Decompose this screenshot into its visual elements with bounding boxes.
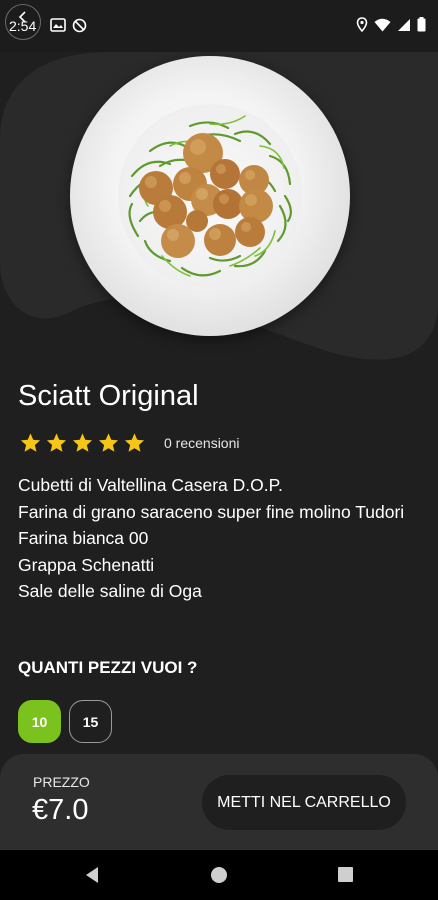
status-time: 2:54	[9, 18, 37, 34]
star-icon	[98, 433, 119, 452]
ingredient-item: Sale delle saline di Oga	[18, 581, 202, 601]
location-icon	[356, 17, 368, 32]
dish-image	[70, 56, 350, 336]
system-nav-bar	[0, 850, 438, 900]
rating-row: 0 recensioni	[18, 432, 240, 454]
gallery-icon	[50, 18, 66, 32]
sciatt-dish-illustration	[128, 115, 292, 277]
product-hero	[0, 52, 438, 372]
ingredient-item: Grappa Schenatti	[18, 554, 155, 575]
price-value: €7.0	[32, 794, 89, 826]
status-bar: 2:54	[0, 0, 438, 52]
ingredient-item: Cubetti di Valtellina Casera D.O.P.	[18, 475, 283, 495]
nav-recents-icon[interactable]	[338, 867, 353, 882]
price-panel: PREZZO €7.0 METTI NEL CARRELLO	[0, 754, 438, 850]
wifi-icon	[374, 18, 391, 31]
nav-home-icon[interactable]	[211, 867, 227, 883]
quantity-options: 10 15	[18, 700, 112, 743]
star-icon	[46, 433, 67, 452]
battery-icon	[417, 17, 426, 32]
star-icon	[124, 433, 145, 452]
star-icon	[72, 433, 93, 452]
reviews-count[interactable]: 0 recensioni	[164, 435, 240, 451]
ingredients-list: Cubetti di Valtellina Casera D.O.P. Fari…	[18, 472, 428, 605]
add-to-cart-button[interactable]: METTI NEL CARRELLO	[202, 775, 406, 830]
quantity-option-15[interactable]: 15	[69, 700, 112, 743]
no-sync-icon	[72, 18, 87, 33]
signal-icon	[398, 18, 410, 31]
ingredient-item: Farina di grano saraceno super fine moli…	[18, 501, 405, 522]
quantity-option-10[interactable]: 10	[18, 700, 61, 743]
star-icon	[20, 433, 41, 452]
ingredient-item: Farina bianca 00	[18, 528, 149, 548]
price-label: PREZZO	[33, 774, 90, 790]
product-title: Sciatt Original	[18, 380, 199, 412]
nav-back-icon[interactable]	[84, 866, 100, 884]
quantity-label: QUANTI PEZZI VUOI ?	[18, 658, 198, 677]
